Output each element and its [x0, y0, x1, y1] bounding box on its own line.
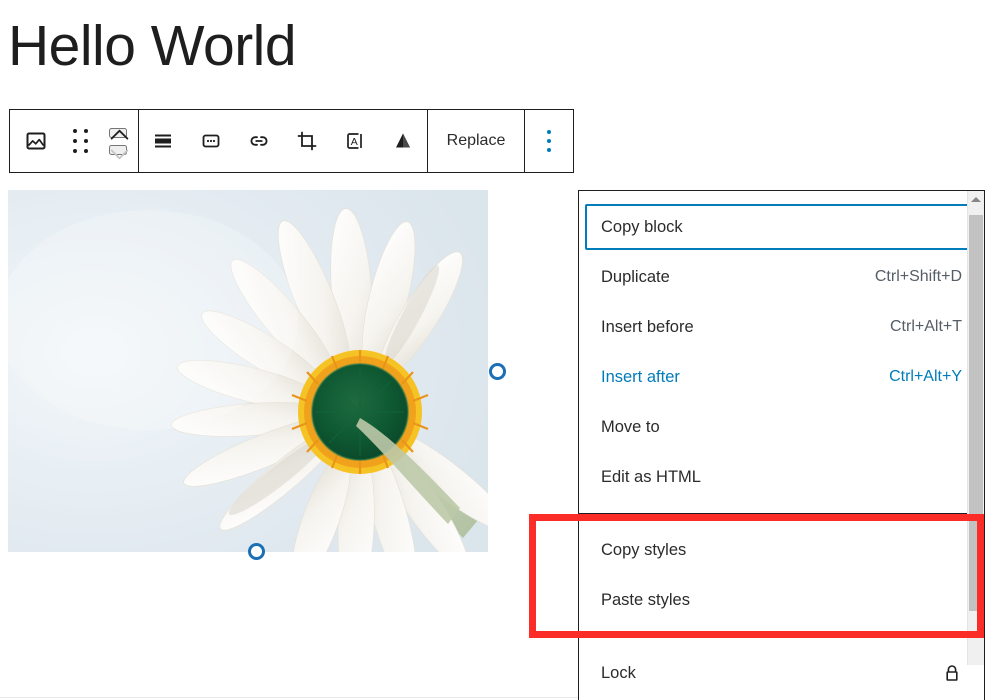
menu-item-insert-before[interactable]: Insert before Ctrl+Alt+T — [579, 302, 984, 352]
menu-item-label: Lock — [601, 664, 636, 683]
link-icon — [247, 129, 271, 153]
crop-icon-button[interactable] — [283, 110, 331, 172]
image-block[interactable] — [8, 190, 488, 552]
menu-item-shortcut: Ctrl+Alt+Y — [889, 368, 962, 386]
menu-item-shortcut: Ctrl+Alt+T — [890, 318, 962, 336]
image-icon-button[interactable] — [10, 110, 62, 172]
menu-item-copy-block[interactable]: Copy block — [585, 204, 978, 250]
duotone-filter-icon — [391, 129, 415, 153]
image-icon — [24, 129, 48, 153]
svg-text:A: A — [351, 136, 358, 148]
menu-item-label: Duplicate — [601, 268, 670, 287]
toolbar-group-more — [524, 110, 573, 172]
resize-handle-right[interactable] — [489, 363, 506, 380]
menu-item-label: Copy styles — [601, 541, 686, 560]
page-title[interactable]: Hello World — [8, 6, 296, 86]
vertical-three-dots-icon — [547, 130, 551, 152]
menu-item-lock[interactable]: Lock — [579, 648, 984, 698]
more-options-icon — [199, 129, 223, 153]
block-toolbar: A Replace — [9, 109, 574, 173]
menu-scrollbar[interactable] — [967, 191, 984, 665]
menu-group-block-actions: Copy block Duplicate Ctrl+Shift+D Insert… — [579, 191, 984, 513]
menu-item-shortcut: Ctrl+Shift+D — [875, 268, 962, 286]
menu-item-label: Insert before — [601, 318, 694, 337]
menu-item-edit-as-html[interactable]: Edit as HTML — [579, 452, 984, 502]
menu-item-insert-after[interactable]: Insert after Ctrl+Alt+Y — [579, 352, 984, 402]
menu-group-styles: Copy styles Paste styles — [579, 513, 984, 636]
toolbar-group-block-controls — [10, 110, 138, 172]
menu-item-move-to[interactable]: Move to — [579, 402, 984, 452]
menu-item-paste-styles[interactable]: Paste styles — [579, 575, 984, 625]
menu-item-duplicate[interactable]: Duplicate Ctrl+Shift+D — [579, 252, 984, 302]
scrollbar-thumb[interactable] — [969, 215, 983, 611]
menu-item-label: Copy block — [601, 218, 683, 237]
chevron-up-icon[interactable] — [109, 128, 127, 138]
text-over-image-icon-button[interactable]: A — [331, 110, 379, 172]
more-menu-button[interactable] — [525, 110, 573, 172]
menu-group-lock: Lock — [579, 636, 984, 700]
align-icon-button[interactable] — [139, 110, 187, 172]
menu-item-label: Edit as HTML — [601, 468, 701, 487]
replace-button[interactable]: Replace — [428, 110, 524, 172]
scroll-up-arrow-icon[interactable] — [968, 191, 984, 208]
toolbar-group-replace: Replace — [427, 110, 524, 172]
menu-item-label: Paste styles — [601, 591, 690, 610]
link-icon-button[interactable] — [235, 110, 283, 172]
toolbar-group-image-tools: A — [138, 110, 427, 172]
menu-item-label: Insert after — [601, 368, 680, 387]
lock-icon — [942, 663, 962, 683]
resize-handle-bottom[interactable] — [248, 543, 265, 560]
menu-item-copy-styles[interactable]: Copy styles — [579, 525, 984, 575]
block-mover — [98, 110, 138, 172]
menu-inner: Copy block Duplicate Ctrl+Shift+D Insert… — [579, 191, 984, 700]
duotone-filter-icon-button[interactable] — [379, 110, 427, 172]
menu-item-label: Move to — [601, 418, 660, 437]
drag-handle-icon-button[interactable] — [62, 110, 98, 172]
align-icon — [151, 129, 175, 153]
drag-handle-icon — [73, 129, 88, 153]
block-options-menu: Copy block Duplicate Ctrl+Shift+D Insert… — [578, 190, 985, 700]
text-over-image-icon: A — [343, 129, 367, 153]
editor-canvas: Hello World — [0, 0, 1000, 700]
content-divider — [0, 697, 578, 698]
more-options-icon-button[interactable] — [187, 110, 235, 172]
chevron-down-icon[interactable] — [109, 145, 127, 155]
featured-image[interactable] — [8, 190, 488, 552]
crop-icon — [295, 129, 319, 153]
